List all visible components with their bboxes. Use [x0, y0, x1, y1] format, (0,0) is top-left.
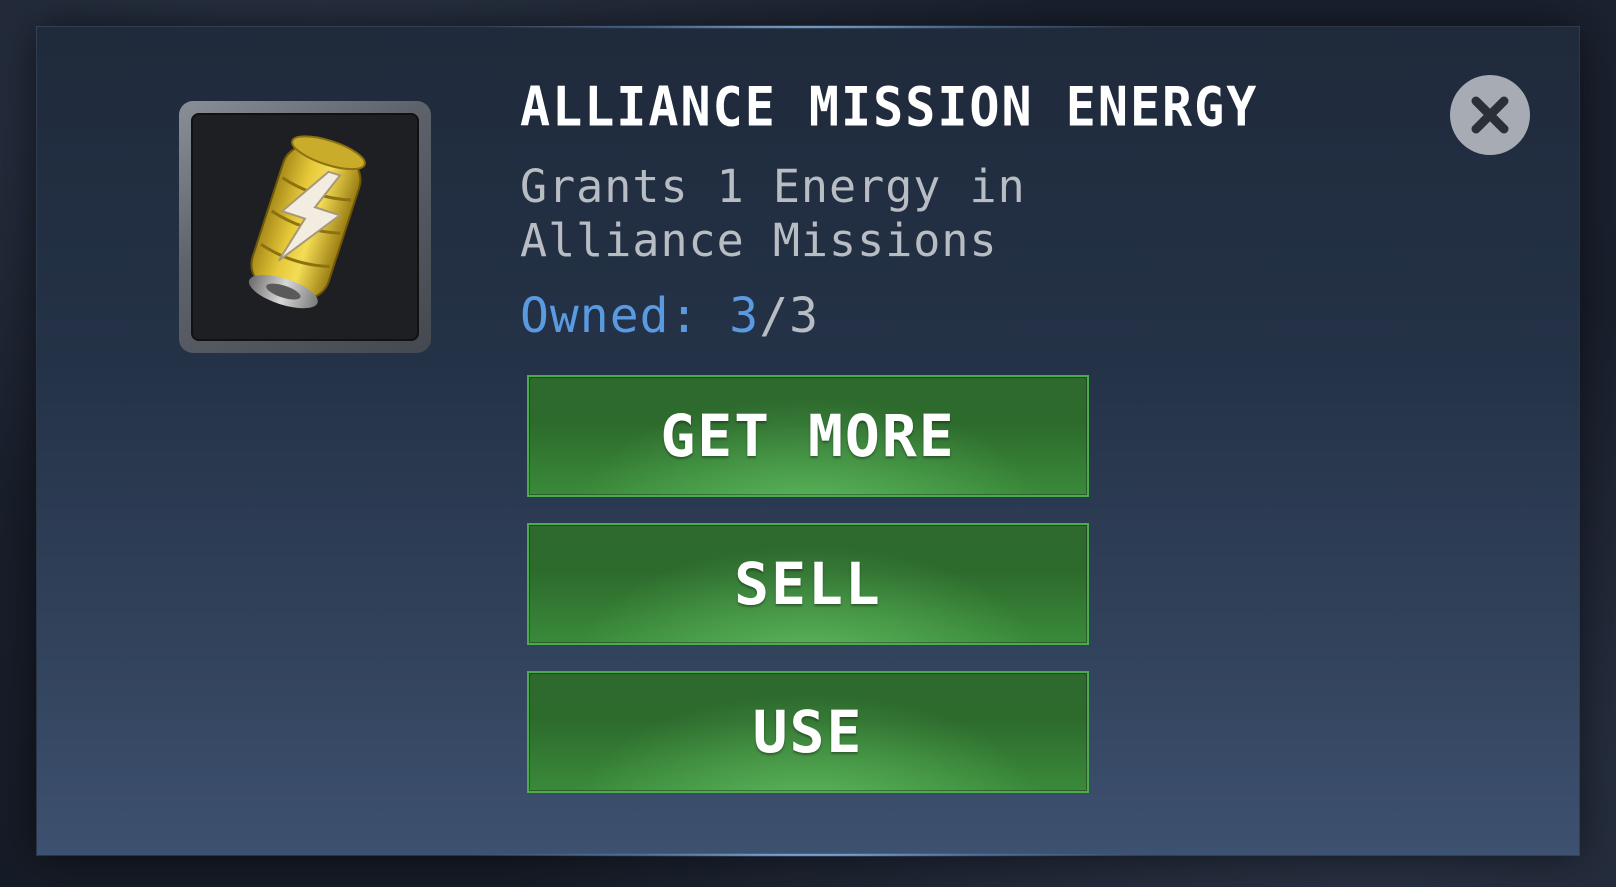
- get-more-button[interactable]: GET MORE: [527, 375, 1089, 497]
- item-description: Grants 1 Energy in Alliance Missions: [520, 160, 1026, 267]
- owned-count: Owned: 3/3: [520, 288, 819, 344]
- owned-label: Owned:: [520, 288, 700, 344]
- sell-button[interactable]: SELL: [527, 523, 1089, 645]
- close-button[interactable]: [1450, 75, 1530, 155]
- item-title: ALLIANCE MISSION ENERGY: [520, 76, 1259, 139]
- energy-battery-icon: [248, 135, 366, 309]
- owned-current: 3: [729, 288, 760, 344]
- get-more-label: GET MORE: [660, 402, 956, 470]
- owned-max: 3: [789, 288, 820, 344]
- close-icon: [1471, 96, 1509, 134]
- item-icon-slot: [191, 113, 419, 341]
- use-button[interactable]: USE: [527, 671, 1089, 793]
- use-label: USE: [752, 698, 864, 766]
- panel-top-glow: [458, 25, 1158, 29]
- panel-bottom-glow: [458, 853, 1158, 857]
- item-icon-frame: [179, 101, 431, 353]
- owned-separator: /: [759, 288, 790, 344]
- sell-label: SELL: [734, 550, 882, 618]
